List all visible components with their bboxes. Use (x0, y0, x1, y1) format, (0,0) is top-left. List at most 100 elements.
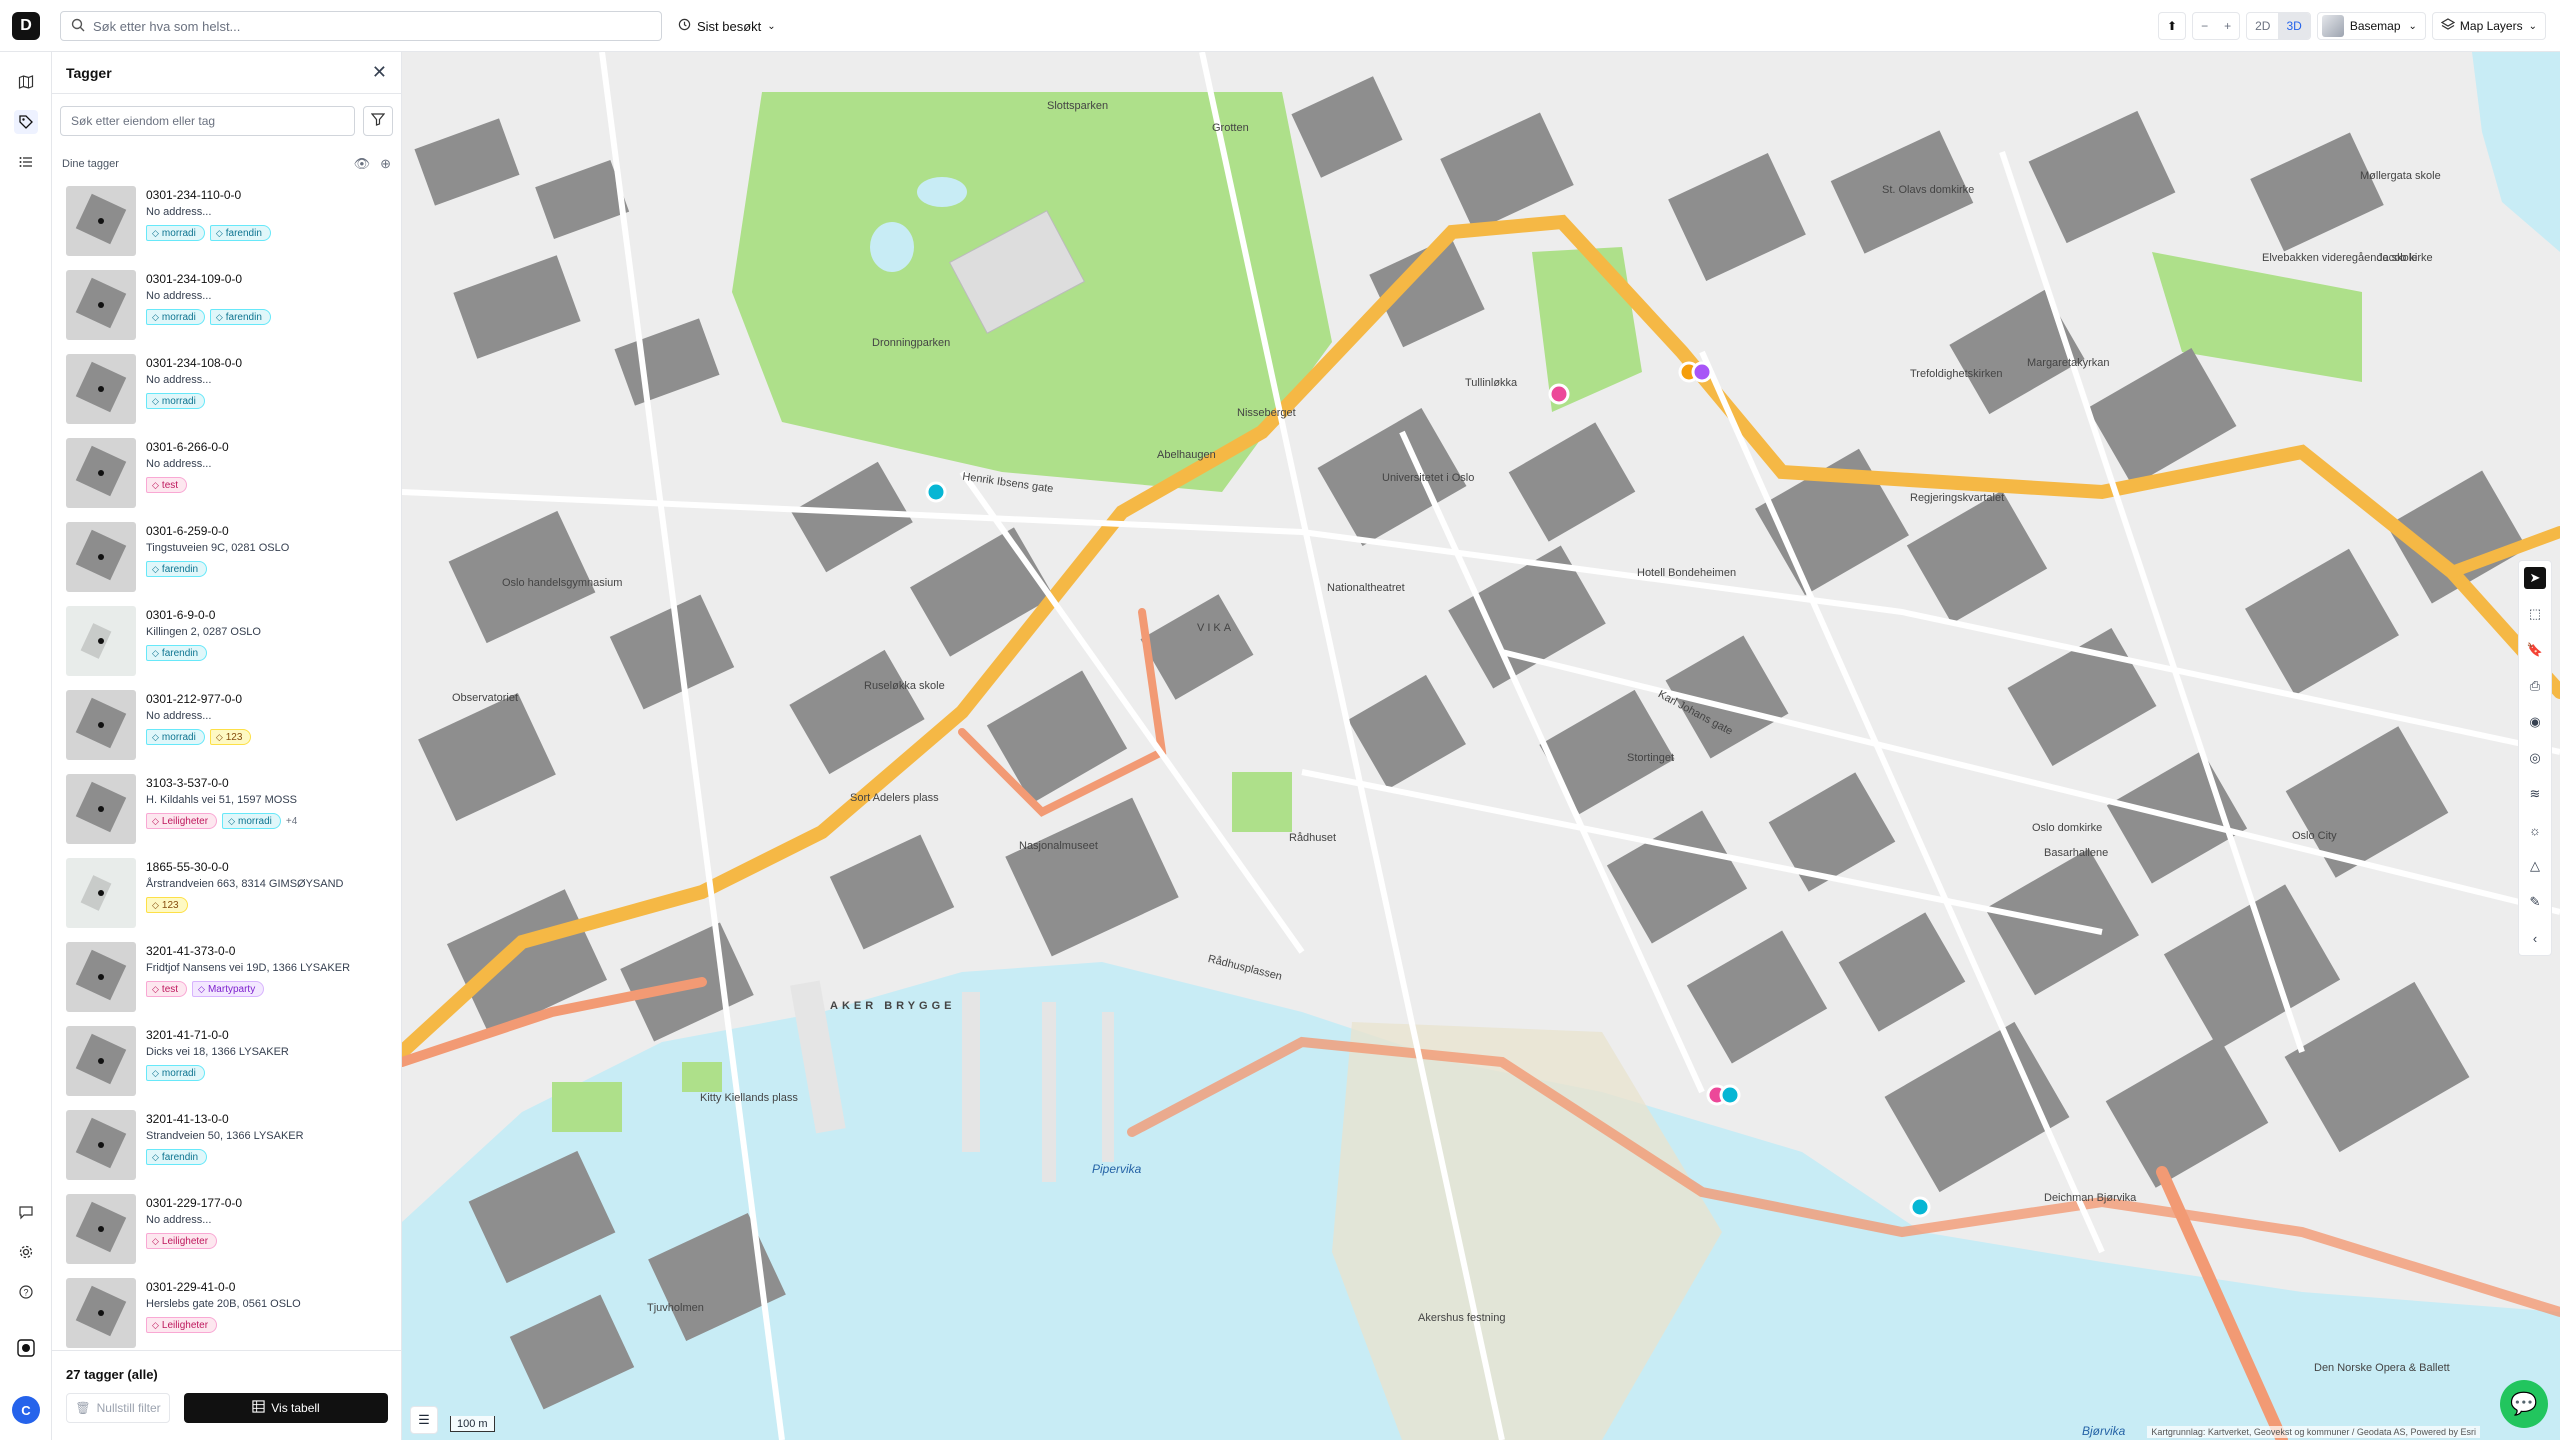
tag-chips: ◇ farendin (146, 1149, 304, 1165)
print-icon[interactable]: ⎙ (2524, 675, 2546, 697)
draw-icon[interactable]: ✎ (2524, 891, 2546, 913)
tag-chip[interactable]: ◇ 123 (146, 897, 188, 913)
list-item[interactable]: 0301-229-177-0-0 No address... ◇ Leilighete… (52, 1186, 401, 1270)
select-area-icon[interactable]: ⬚ (2524, 603, 2546, 625)
property-info: 0301-234-109-0-0 No address... ◇ morradi ◇ fa… (146, 270, 271, 338)
list-item[interactable]: 1865-55-30-0-0 Årstrandveien 663, 8314 GI… (52, 850, 401, 934)
property-thumbnail (66, 438, 136, 508)
list-item[interactable]: 0301-6-259-0-0 Tingstuveien 9C, 0281 OSLO… (52, 514, 401, 598)
list-item[interactable]: 3201-41-373-0-0 Fridtjof Nansens vei 19D,… (52, 934, 401, 1018)
basemap-dropdown[interactable]: Basemap ⌄ (2316, 12, 2426, 40)
tag-marker (1691, 361, 1713, 383)
tag-chips: ◇ morradi ◇ farendin (146, 225, 271, 241)
app-logo[interactable]: D (12, 12, 40, 40)
tag-chip[interactable]: ◇ morradi (146, 393, 205, 409)
map-label: AKER BRYGGE (830, 1000, 956, 1012)
tag-search-input[interactable] (71, 114, 344, 128)
map-label: Nisseberget (1237, 407, 1296, 419)
support-chat-button[interactable]: 💬 (2500, 1380, 2548, 1428)
list-item[interactable]: 0301-234-109-0-0 No address... ◇ morradi ◇ fa… (52, 262, 401, 346)
recent-dropdown[interactable]: Sist besøkt ⌄ (678, 11, 776, 41)
tag-chip-label: farendin (161, 647, 199, 659)
tag-icon: ◇ (215, 311, 223, 322)
list-item[interactable]: 3201-41-13-0-0 Strandveien 50, 1366 LYSAK… (52, 1102, 401, 1186)
chat-icon[interactable] (14, 1200, 38, 1224)
property-id: 0301-234-109-0-0 (146, 272, 243, 286)
list-item[interactable]: 0301-229-41-0-0 Herslebs gate 20B, 0561 O… (52, 1270, 401, 1354)
tag-chip[interactable]: ◇ Leiligheter (146, 813, 218, 829)
compass-button[interactable]: ⬆ (2158, 12, 2187, 40)
property-address: No address... (146, 374, 212, 386)
chevron-down-icon: ⌄ (2528, 20, 2537, 32)
water-label: Pipervika (1092, 1162, 1142, 1176)
tag-chip[interactable]: ◇ morradi (146, 1065, 205, 1081)
tag-chip[interactable]: ◇ Leiligheter (146, 1317, 218, 1333)
tag-icon: ◇ (215, 227, 223, 238)
zoom-in-button[interactable]: + (2216, 13, 2239, 39)
collapse-icon[interactable]: ‹ (2524, 927, 2546, 949)
map-icon[interactable] (14, 70, 38, 94)
camera-icon[interactable]: ◉ (2524, 711, 2546, 733)
show-table-button[interactable]: Vis tabell (184, 1393, 388, 1423)
map-label: Regjeringskvartalet (1910, 492, 2005, 504)
target-icon[interactable]: ◎ (2524, 747, 2546, 769)
map-canvas[interactable]: Slottsparken Dronningparken Nisseberget … (402, 52, 2560, 1440)
record-icon[interactable] (14, 1336, 38, 1360)
bookmark-icon[interactable]: 🔖 (2524, 639, 2546, 661)
reset-filter-button[interactable]: 🗑 Nullstill filter (66, 1393, 170, 1423)
global-search[interactable] (60, 11, 662, 41)
more-tags-count[interactable]: +4 (286, 816, 297, 827)
gear-icon[interactable] (14, 1240, 38, 1264)
tag-chip[interactable]: ◇ Leiligheter (146, 1233, 218, 1249)
list-item[interactable]: 0301-212-977-0-0 No address... ◇ morradi ◇ 12… (52, 682, 401, 766)
add-circle-icon[interactable]: ⊕ (380, 156, 391, 172)
property-address: No address... (146, 458, 212, 470)
list-item[interactable]: 3103-3-537-0-0 H. Kildahls vei 51, 1597 M… (52, 766, 401, 850)
layers-icon[interactable]: ≋ (2524, 783, 2546, 805)
map-label: Basarhallene (2044, 847, 2109, 859)
tag-chip[interactable]: ◇ morradi (222, 813, 281, 829)
list-item[interactable]: 3201-41-71-0-0 Dicks vei 18, 1366 LYSAKER… (52, 1018, 401, 1102)
list-item[interactable]: 0301-234-108-0-0 No address... ◇ morradi (52, 346, 401, 430)
list-item[interactable]: 0301-234-110-0-0 No address... ◇ morradi ◇ fa… (52, 178, 401, 262)
avatar[interactable]: C (12, 1396, 40, 1424)
filter-button[interactable] (363, 106, 393, 136)
map-label: Trefoldighetskirken (1910, 368, 2003, 380)
tag-chip[interactable]: ◇ Martyparty (192, 981, 265, 997)
map-label: Stortinget (1627, 752, 1675, 764)
list-item[interactable]: 0301-6-9-0-0 Killingen 2, 0287 OSLO ◇ faren… (52, 598, 401, 682)
tag-chip[interactable]: ◇ 123 (209, 729, 252, 745)
list-item[interactable]: 0301-6-266-0-0 No address... ◇ test (52, 430, 401, 514)
tag-chip[interactable]: ◇ farendin (209, 309, 271, 325)
close-icon[interactable]: ✕ (372, 62, 387, 83)
tag-chips: ◇ Leiligheter (146, 1317, 301, 1333)
global-search-input[interactable] (93, 18, 661, 34)
tag-chip[interactable]: ◇ test (146, 477, 188, 493)
pointer-icon[interactable]: ➤ (2524, 567, 2546, 589)
list-header-actions: 👁 ⊕ (354, 156, 391, 172)
tag-chip[interactable]: ◇ farendin (209, 225, 271, 241)
tag-search[interactable] (60, 106, 355, 136)
view-2d-button[interactable]: 2D (2247, 13, 2278, 39)
tag-chip[interactable]: ◇ farendin (146, 1149, 208, 1165)
tag-chip[interactable]: ◇ morradi (146, 729, 205, 745)
tag-chip[interactable]: ◇ morradi (146, 309, 205, 325)
tag-chip[interactable]: ◇ test (146, 981, 188, 997)
tag-chip[interactable]: ◇ farendin (146, 561, 208, 577)
legend-button[interactable]: ☰ (410, 1406, 438, 1434)
help-icon[interactable]: ? (14, 1280, 38, 1304)
list-icon[interactable] (14, 150, 38, 174)
tag-chips: ◇ test ◇ Martyparty (146, 981, 350, 997)
map-layers-dropdown[interactable]: Map Layers ⌄ (2431, 12, 2546, 40)
view-3d-button[interactable]: 3D (2278, 13, 2310, 39)
tag-chip[interactable]: ◇ farendin (146, 645, 208, 661)
tag-icon[interactable] (14, 110, 38, 134)
sun-icon[interactable]: ☼ (2524, 819, 2546, 841)
eye-icon[interactable]: 👁 (354, 156, 371, 172)
tag-icon: ◇ (215, 731, 223, 742)
tag-chip[interactable]: ◇ morradi (146, 225, 205, 241)
panel-header: Tagger ✕ (52, 52, 401, 94)
property-thumbnail (66, 774, 136, 844)
measure-icon[interactable]: △ (2524, 855, 2546, 877)
zoom-out-button[interactable]: − (2193, 13, 2216, 39)
